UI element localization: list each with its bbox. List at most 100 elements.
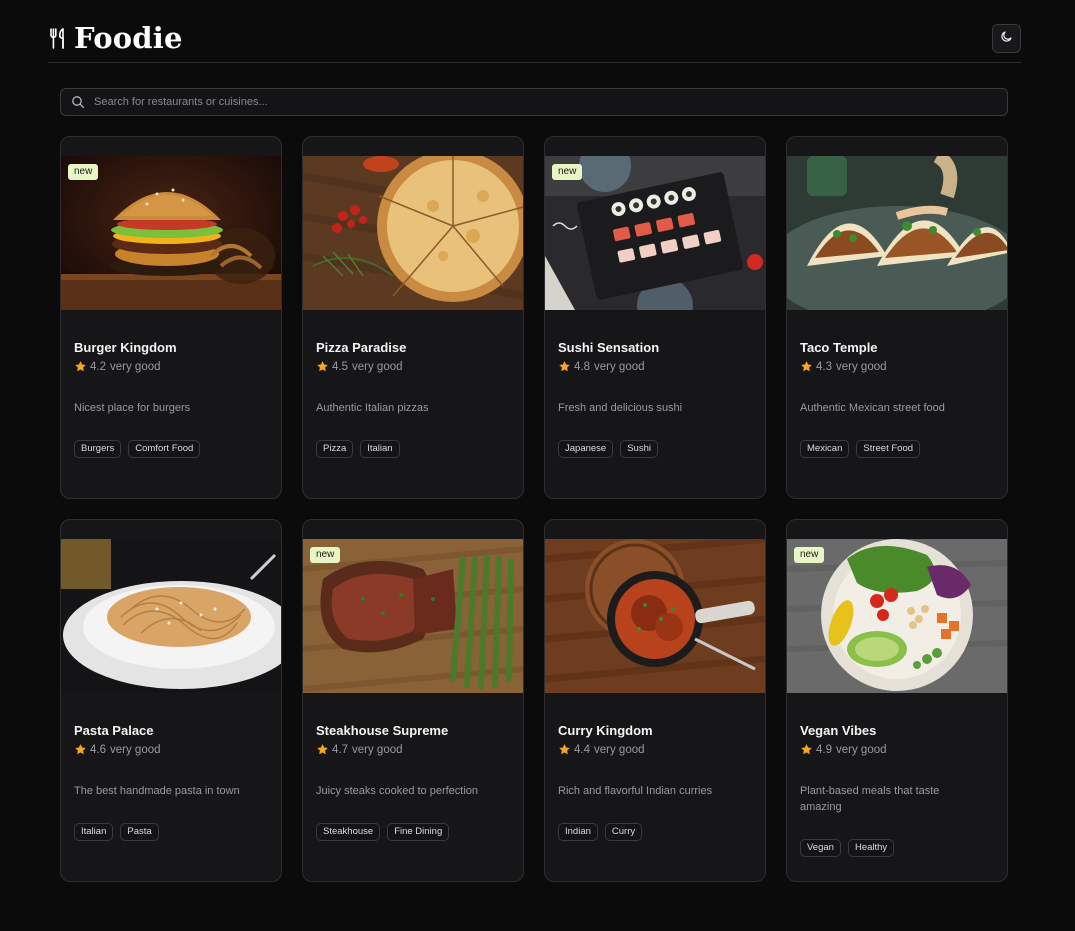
restaurant-description: Plant-based meals that taste amazing xyxy=(800,785,940,813)
card-body: Pizza Paradise 4.5 very good Authentic Ital… xyxy=(316,340,510,458)
rating: 4.2 very good xyxy=(74,360,268,373)
new-badge: new xyxy=(310,547,341,563)
restaurant-card[interactable]: new Sushi Sensation 4.8 very good Fresh and … xyxy=(544,136,766,499)
page: Foodie n xyxy=(0,0,1075,931)
restaurant-name: Pizza Paradise xyxy=(316,340,407,355)
star-icon xyxy=(316,360,329,373)
star-icon xyxy=(74,360,87,373)
rating-value: 4.3 xyxy=(816,360,832,373)
moon-icon xyxy=(1000,30,1013,48)
card-body: Vegan Vibes 4.9 very good Plant-based meals… xyxy=(800,723,994,857)
rating-value: 4.5 xyxy=(332,360,348,373)
rating: 4.7 very good xyxy=(316,743,510,756)
rating: 4.4 very good xyxy=(558,743,752,756)
star-icon xyxy=(800,360,813,373)
restaurant-card[interactable]: new Vegan Vibes 4.9 very good Plant-based me… xyxy=(786,519,1008,882)
card-body: Pasta Palace 4.6 very good The best handmad… xyxy=(74,723,268,841)
restaurant-grid: new Burger Kingdom 4.2 very good Nicest plac… xyxy=(60,136,1008,882)
app-header: Foodie xyxy=(48,18,1021,63)
rating-value: 4.9 xyxy=(816,743,832,756)
restaurant-image xyxy=(61,539,281,693)
cuisine-tag[interactable]: Curry xyxy=(604,823,643,841)
cuisine-tag[interactable]: Italian xyxy=(74,823,114,841)
restaurant-card[interactable]: new Burger Kingdom 4.2 very good Nicest plac… xyxy=(60,136,282,499)
tag-list: Indian Curry xyxy=(558,823,752,841)
star-icon xyxy=(316,743,329,756)
restaurant-name: Taco Temple xyxy=(800,340,878,355)
tag-list: Burgers Comfort Food xyxy=(74,440,268,458)
rating-label: very good xyxy=(352,743,403,756)
restaurant-card[interactable]: Pasta Palace 4.6 very good The best handmad… xyxy=(60,519,282,882)
restaurant-description: Authentic Italian pizzas xyxy=(316,402,429,414)
tag-list: Steakhouse Fine Dining xyxy=(316,823,510,841)
restaurant-card[interactable]: Curry Kingdom 4.4 very good Rich and flavor… xyxy=(544,519,766,882)
app-title: Foodie xyxy=(74,21,183,55)
cuisine-tag[interactable]: Italian xyxy=(360,440,400,458)
rating-value: 4.6 xyxy=(90,743,106,756)
card-body: Taco Temple 4.3 very good Authentic Mexican… xyxy=(800,340,994,458)
card-body: Steakhouse Supreme 4.7 very good Juicy stea… xyxy=(316,723,510,841)
star-icon xyxy=(74,743,87,756)
cuisine-tag[interactable]: Vegan xyxy=(800,839,841,857)
restaurant-description: Nicest place for burgers xyxy=(74,402,191,414)
brand[interactable]: Foodie xyxy=(48,22,183,54)
restaurant-name: Pasta Palace xyxy=(74,723,154,738)
restaurant-card[interactable]: new Steakhouse Supreme 4.7 very good Juicy s… xyxy=(302,519,524,882)
card-body: Curry Kingdom 4.4 very good Rich and flavor… xyxy=(558,723,752,841)
restaurant-name: Burger Kingdom xyxy=(74,340,177,355)
restaurant-image xyxy=(787,156,1007,310)
cuisine-tag[interactable]: Indian xyxy=(558,823,598,841)
restaurant-name: Steakhouse Supreme xyxy=(316,723,449,738)
tag-list: Italian Pasta xyxy=(74,823,268,841)
rating-label: very good xyxy=(594,743,645,756)
theme-toggle-button[interactable] xyxy=(992,24,1021,53)
cuisine-tag[interactable]: Pasta xyxy=(120,823,159,841)
cuisine-tag[interactable]: Mexican xyxy=(800,440,850,458)
rating-label: very good xyxy=(110,743,161,756)
rating: 4.6 very good xyxy=(74,743,268,756)
search-bar[interactable] xyxy=(60,88,1008,116)
restaurant-description: Fresh and delicious sushi xyxy=(558,402,683,414)
new-badge: new xyxy=(68,164,99,180)
tag-list: Mexican Street Food xyxy=(800,440,994,458)
card-body: Burger Kingdom 4.2 very good Nicest place f… xyxy=(74,340,268,458)
new-badge: new xyxy=(552,164,583,180)
restaurant-card[interactable]: Taco Temple 4.3 very good Authentic Mexican… xyxy=(786,136,1008,499)
restaurant-description: Juicy steaks cooked to perfection xyxy=(316,785,479,797)
cuisine-tag[interactable]: Street Food xyxy=(856,440,921,458)
restaurant-description: Authentic Mexican street food xyxy=(800,402,945,414)
cuisine-tag[interactable]: Healthy xyxy=(847,839,895,857)
restaurant-image xyxy=(545,539,765,693)
cuisine-tag[interactable]: Comfort Food xyxy=(128,440,201,458)
rating-label: very good xyxy=(836,360,887,373)
star-icon xyxy=(558,743,571,756)
tag-list: Vegan Healthy xyxy=(800,839,994,857)
rating-label: very good xyxy=(110,360,161,373)
cuisine-tag[interactable]: Japanese xyxy=(558,440,614,458)
search-input[interactable] xyxy=(94,89,1007,115)
restaurant-name: Sushi Sensation xyxy=(558,340,660,355)
card-body: Sushi Sensation 4.8 very good Fresh and del… xyxy=(558,340,752,458)
rating-value: 4.8 xyxy=(574,360,590,373)
star-icon xyxy=(558,360,571,373)
restaurant-image xyxy=(303,156,523,310)
restaurant-description: The best handmade pasta in town xyxy=(74,785,240,797)
restaurant-card[interactable]: Pizza Paradise 4.5 very good Authentic Ital… xyxy=(302,136,524,499)
new-badge: new xyxy=(794,547,825,563)
restaurant-name: Vegan Vibes xyxy=(800,723,877,738)
rating: 4.5 very good xyxy=(316,360,510,373)
utensils-icon xyxy=(48,27,68,49)
cuisine-tag[interactable]: Burgers xyxy=(74,440,122,458)
rating-label: very good xyxy=(594,360,645,373)
rating: 4.9 very good xyxy=(800,743,994,756)
rating: 4.3 very good xyxy=(800,360,994,373)
cuisine-tag[interactable]: Pizza xyxy=(316,440,354,458)
cuisine-tag[interactable]: Sushi xyxy=(620,440,658,458)
rating-label: very good xyxy=(352,360,403,373)
cuisine-tag[interactable]: Steakhouse xyxy=(316,823,381,841)
rating-value: 4.7 xyxy=(332,743,348,756)
rating-label: very good xyxy=(836,743,887,756)
restaurant-name: Curry Kingdom xyxy=(558,723,653,738)
cuisine-tag[interactable]: Fine Dining xyxy=(387,823,450,841)
rating: 4.8 very good xyxy=(558,360,752,373)
